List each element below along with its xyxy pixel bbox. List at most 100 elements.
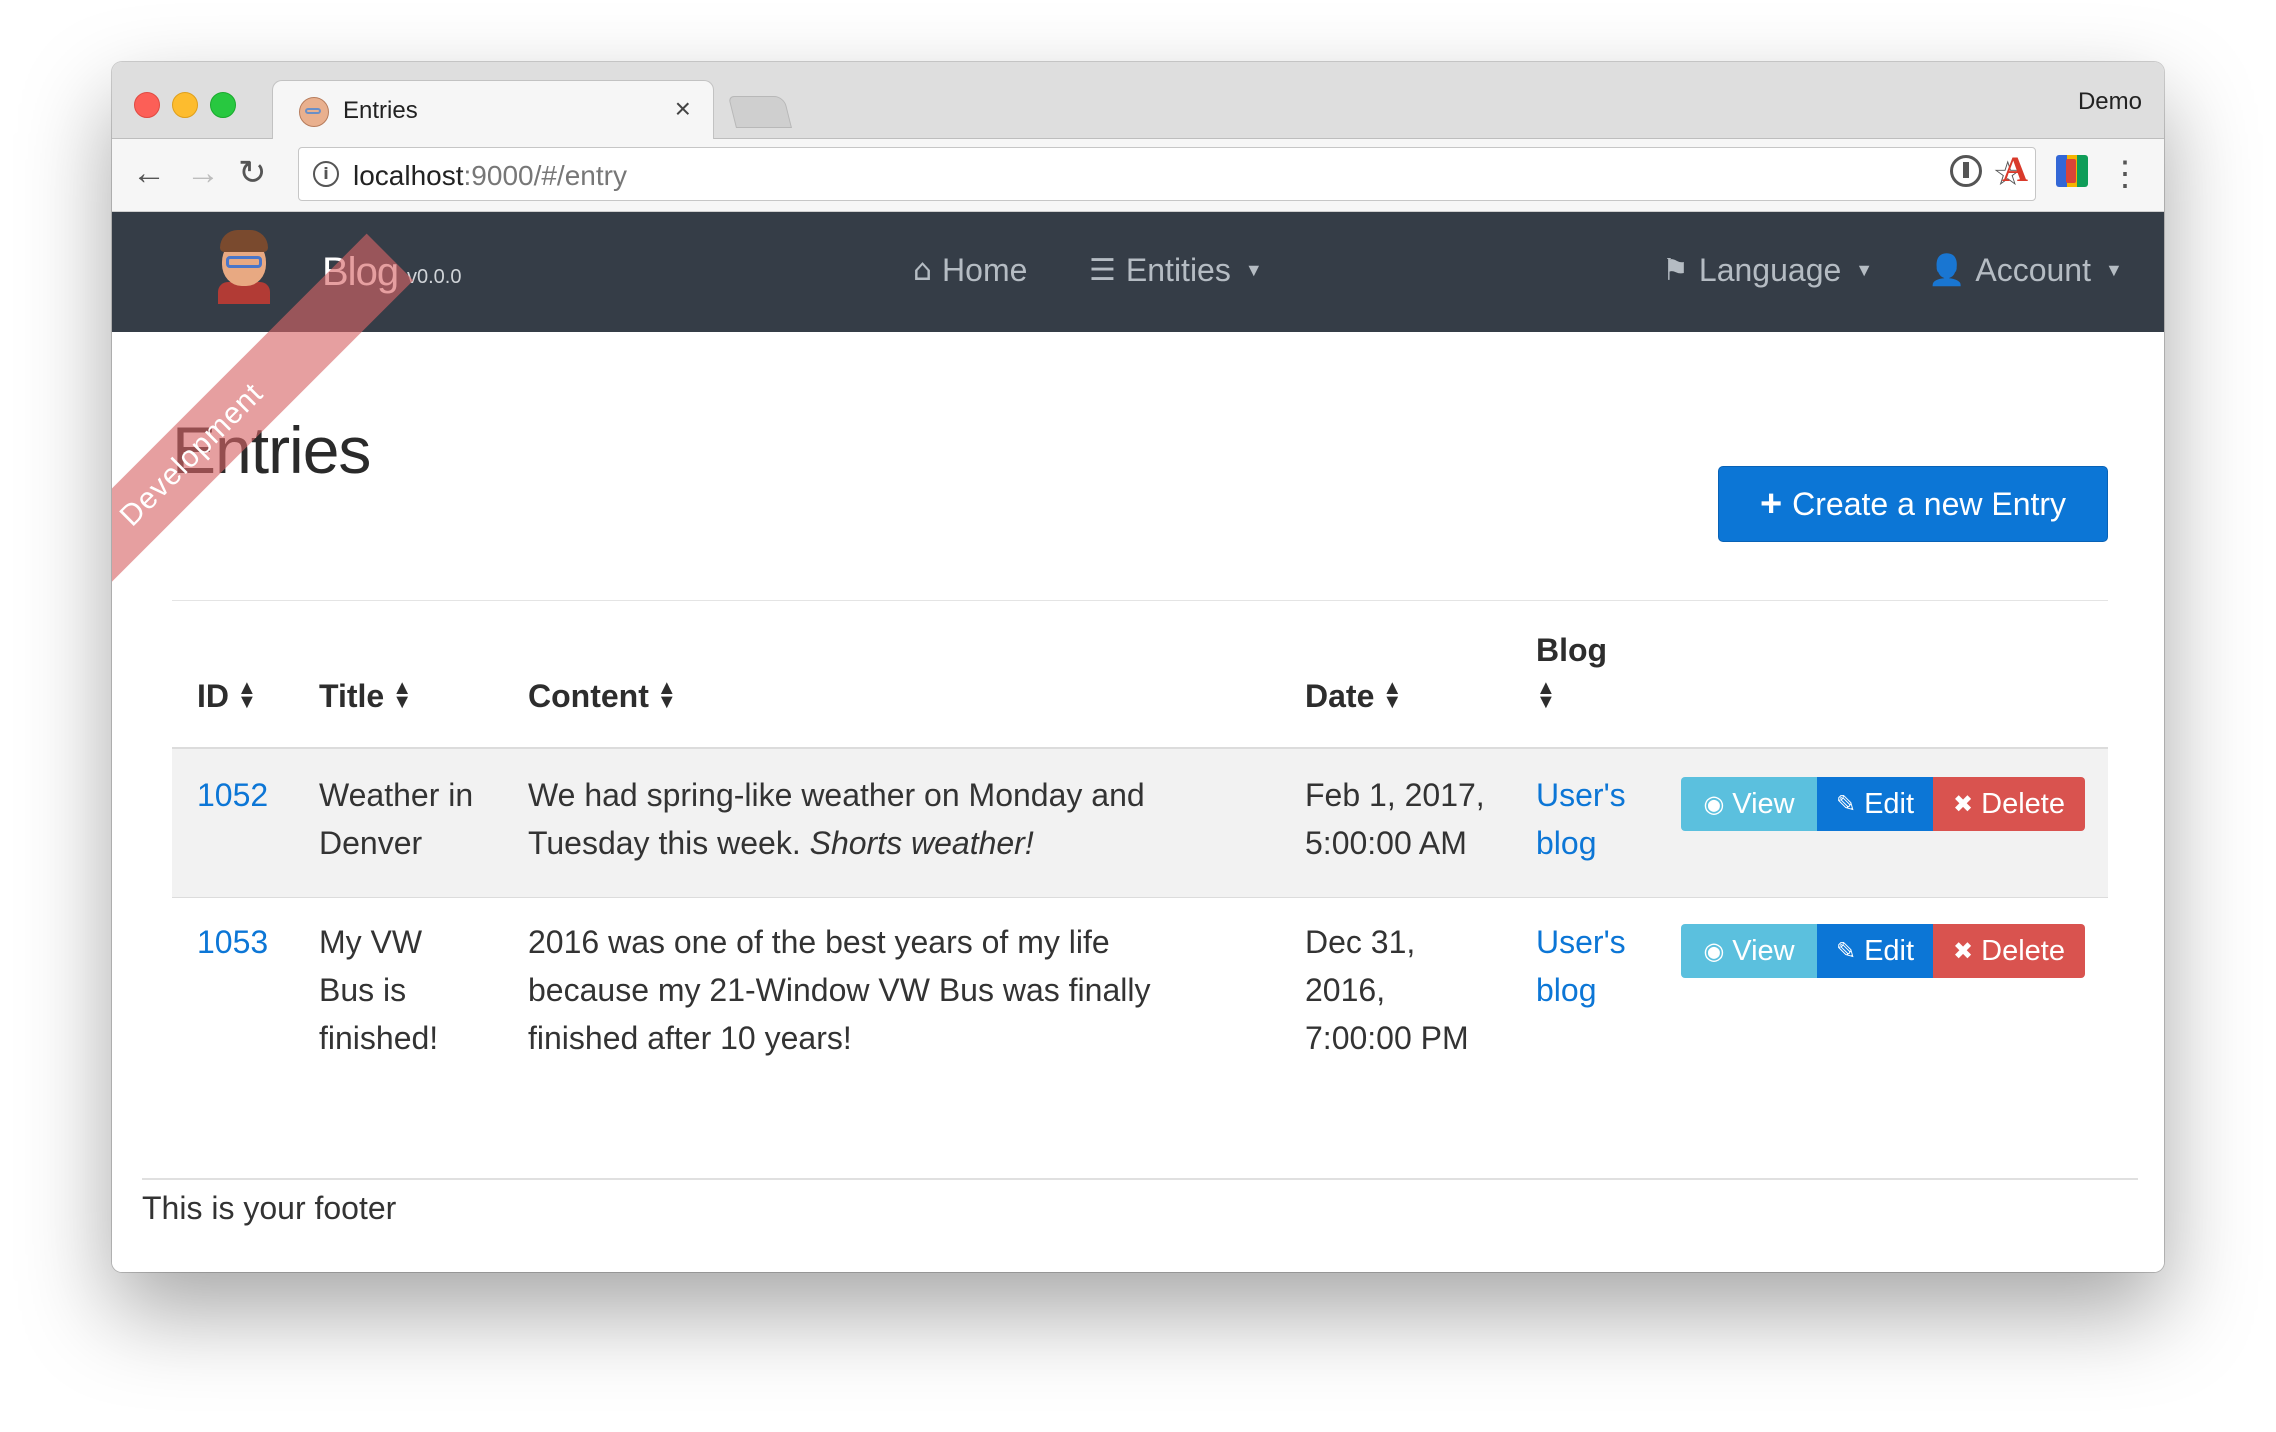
- entry-date-line: 7:00:00 PM: [1305, 1020, 1469, 1056]
- column-header-title[interactable]: Title ▲ ▼: [319, 678, 412, 715]
- pencil-icon: ✎: [1835, 790, 1857, 818]
- sort-icon: ▲ ▼: [237, 676, 257, 713]
- url-text[interactable]: localhost:9000/#/entry: [353, 160, 627, 192]
- browser-window: Entries × Demo ← → ↻ i localhost:9000/#/…: [112, 62, 2164, 1272]
- entry-title-cell: Weather in Denver: [319, 771, 473, 867]
- new-tab-button[interactable]: [728, 96, 792, 128]
- nav-home[interactable]: ⌂ Home: [913, 252, 1027, 289]
- chevron-down-icon: ▼: [1855, 260, 1874, 280]
- sort-icon: ▲ ▼: [1382, 676, 1403, 713]
- delete-label: Delete: [1981, 934, 2065, 967]
- entry-id-cell: 1052: [197, 771, 268, 819]
- tab-title: Entries: [343, 97, 418, 124]
- web-page: Blog v0.0.0 ⌂ Home ☰ Entities ▼ ⚑ Langua…: [112, 212, 2164, 1272]
- divider: [172, 600, 2108, 601]
- eye-icon: ◉: [1703, 790, 1725, 818]
- profile-label[interactable]: Demo: [2078, 88, 2142, 116]
- edit-label: Edit: [1864, 787, 1915, 820]
- table-row: 1052 Weather in Denver We had spring-lik…: [172, 749, 2108, 898]
- entry-content-line: We had spring-like weather on Monday and: [528, 777, 1145, 813]
- home-icon: ⌂: [913, 253, 933, 288]
- entry-blog-link[interactable]: User's: [1536, 771, 1626, 819]
- browser-toolbar: ← → ↻ i localhost:9000/#/entry ☆ A ⋮: [112, 139, 2164, 212]
- column-header-date-label: Date: [1305, 678, 1375, 714]
- extension-1password-icon[interactable]: [1950, 155, 1982, 187]
- brand-version: v0.0.0: [407, 266, 462, 288]
- arrow-left-icon[interactable]: ←: [132, 153, 166, 193]
- delete-button[interactable]: ✖ Delete: [1933, 924, 2085, 978]
- entry-date-line: Feb 1, 2017,: [1305, 777, 1485, 813]
- kebab-menu-icon[interactable]: ⋮: [2108, 157, 2142, 191]
- sort-icon: ▲ ▼: [392, 676, 412, 713]
- info-icon[interactable]: i: [313, 161, 339, 187]
- tab-entries[interactable]: Entries ×: [272, 80, 714, 141]
- entry-id-link[interactable]: 1053: [197, 924, 268, 960]
- plus-icon: +: [1759, 482, 1783, 525]
- entry-title-line: Denver: [319, 825, 423, 861]
- table-row: 1053 My VW Bus is finished! 2016 was one…: [172, 898, 2108, 1098]
- view-button[interactable]: ◉ View: [1681, 924, 1817, 978]
- row-actions: ◉ View ✎ Edit ✖ Delete: [1681, 777, 2085, 831]
- maximize-window-button[interactable]: [210, 92, 236, 118]
- create-entry-button[interactable]: + Create a new Entry: [1718, 466, 2108, 542]
- list-icon: ☰: [1089, 253, 1116, 288]
- entry-content-line: 2016 was one of the best years of my lif…: [528, 924, 1110, 960]
- entry-blog-link[interactable]: blog: [1536, 819, 1626, 867]
- nav-account[interactable]: 👤 Account ▼: [1928, 252, 2123, 289]
- close-window-button[interactable]: [134, 92, 160, 118]
- row-actions: ◉ View ✎ Edit ✖ Delete: [1681, 924, 2085, 978]
- view-label: View: [1732, 934, 1795, 967]
- column-header-content[interactable]: Content ▲ ▼: [528, 678, 677, 715]
- logo-hair: [220, 230, 268, 252]
- column-header-title-label: Title: [319, 678, 385, 714]
- column-header-content-label: Content: [528, 678, 649, 714]
- url-host: localhost: [353, 160, 464, 191]
- entry-content-cell: We had spring-like weather on Monday and…: [528, 771, 1145, 867]
- entry-date-cell: Dec 31, 2016, 7:00:00 PM: [1305, 918, 1469, 1062]
- entry-id-link[interactable]: 1052: [197, 777, 268, 813]
- view-label: View: [1732, 787, 1795, 820]
- column-header-id[interactable]: ID ▲ ▼: [197, 678, 257, 715]
- entry-content-cell: 2016 was one of the best years of my lif…: [528, 918, 1150, 1062]
- tab-close-icon[interactable]: ×: [675, 93, 691, 125]
- nav-entities-label: Entities: [1125, 252, 1231, 288]
- close-icon: ✖: [1953, 790, 1974, 818]
- nav-home-label: Home: [942, 252, 1028, 288]
- entry-content-text: Tuesday this week.: [528, 825, 810, 861]
- minimize-window-button[interactable]: [172, 92, 198, 118]
- entry-blog-link[interactable]: blog: [1536, 966, 1626, 1014]
- app-navbar: Blog v0.0.0 ⌂ Home ☰ Entities ▼ ⚑ Langua…: [112, 212, 2164, 332]
- eye-icon: ◉: [1703, 937, 1725, 965]
- address-bar[interactable]: i localhost:9000/#/entry ☆: [298, 147, 2036, 201]
- brand-logo-icon[interactable]: [218, 230, 270, 304]
- entry-date-line: 2016,: [1305, 972, 1386, 1008]
- extension-google-icon[interactable]: [2056, 155, 2088, 187]
- delete-label: Delete: [1981, 787, 2065, 820]
- url-path: :9000/#/entry: [463, 160, 627, 191]
- entry-date-cell: Feb 1, 2017, 5:00:00 AM: [1305, 771, 1485, 867]
- edit-button[interactable]: ✎ Edit: [1817, 777, 1933, 831]
- reload-icon[interactable]: ↻: [238, 153, 267, 193]
- nav-entities[interactable]: ☰ Entities ▼: [1089, 252, 1263, 289]
- edit-label: Edit: [1864, 934, 1915, 967]
- close-icon: ✖: [1953, 937, 1974, 965]
- entry-content-emphasis: Shorts weather!: [809, 825, 1034, 861]
- entry-blog-cell[interactable]: User's blog: [1536, 918, 1626, 1014]
- column-header-blog-label: Blog: [1536, 632, 1608, 668]
- entry-content-line: because my 21-Window VW Bus was finally: [528, 972, 1151, 1008]
- entry-blog-link[interactable]: User's: [1536, 918, 1626, 966]
- edit-button[interactable]: ✎ Edit: [1817, 924, 1933, 978]
- arrow-right-icon[interactable]: →: [186, 153, 220, 193]
- delete-button[interactable]: ✖ Delete: [1933, 777, 2085, 831]
- view-button[interactable]: ◉ View: [1681, 777, 1817, 831]
- extension-acrobat-icon[interactable]: A: [2002, 151, 2034, 187]
- entry-content-line: finished after 10 years!: [528, 1020, 852, 1056]
- column-header-blog[interactable]: Blog ▲ ▼: [1536, 632, 1608, 712]
- nav-language[interactable]: ⚑ Language ▼: [1662, 252, 1873, 289]
- column-header-date[interactable]: Date ▲ ▼: [1305, 678, 1402, 715]
- entry-content-line: Tuesday this week. Shorts weather!: [528, 819, 1145, 867]
- entry-title-line: Bus is: [319, 972, 407, 1008]
- entry-date-line: 5:00:00 AM: [1305, 825, 1467, 861]
- entry-blog-cell[interactable]: User's blog: [1536, 771, 1626, 867]
- logo-glasses: [226, 256, 262, 268]
